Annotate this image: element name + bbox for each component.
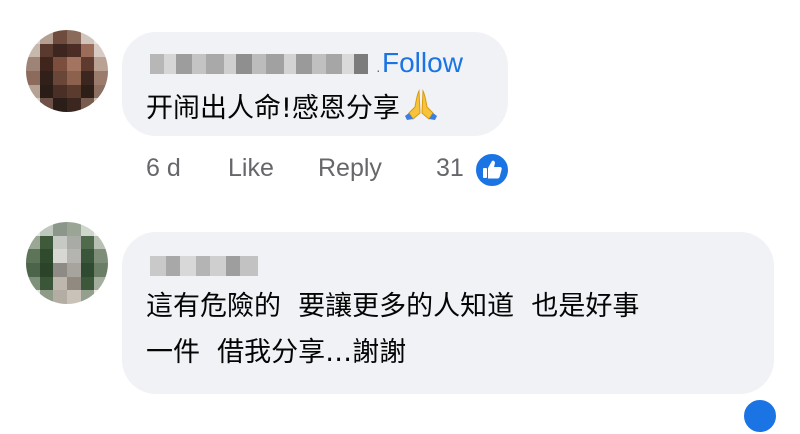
comment-text: 這有危險的 要讓更多的人知道 也是好事 一件 借我分享…謝謝 <box>146 284 746 376</box>
comment-timestamp[interactable]: 6 d <box>146 154 181 183</box>
comment-text-line: 一件 借我分享…謝謝 <box>146 337 407 368</box>
commenter-name-blurred[interactable] <box>150 256 258 276</box>
avatar[interactable] <box>26 222 108 304</box>
separator-dot: · <box>376 62 381 78</box>
reaction-count[interactable]: 31 <box>436 154 464 183</box>
comment-text-content: 开闹出人命!感恩分享 <box>146 93 400 124</box>
avatar[interactable] <box>26 30 108 112</box>
comment-text-line: 這有危險的 要讓更多的人知道 也是好事 <box>146 291 640 322</box>
comment-text: 开闹出人命!感恩分享 <box>146 86 438 132</box>
like-button[interactable]: Like <box>228 154 274 183</box>
comment-bubble: · Follow 开闹出人命!感恩分享 <box>122 32 508 136</box>
like-reaction-icon[interactable] <box>474 152 510 188</box>
commenter-name-blurred[interactable] <box>150 54 368 74</box>
reply-button[interactable]: Reply <box>318 154 382 183</box>
like-reaction-icon[interactable] <box>742 398 778 434</box>
comment-bubble: 這有危險的 要讓更多的人知道 也是好事 一件 借我分享…謝謝 <box>122 232 774 394</box>
follow-button[interactable]: Follow <box>382 47 463 79</box>
folded-hands-icon <box>404 89 437 120</box>
